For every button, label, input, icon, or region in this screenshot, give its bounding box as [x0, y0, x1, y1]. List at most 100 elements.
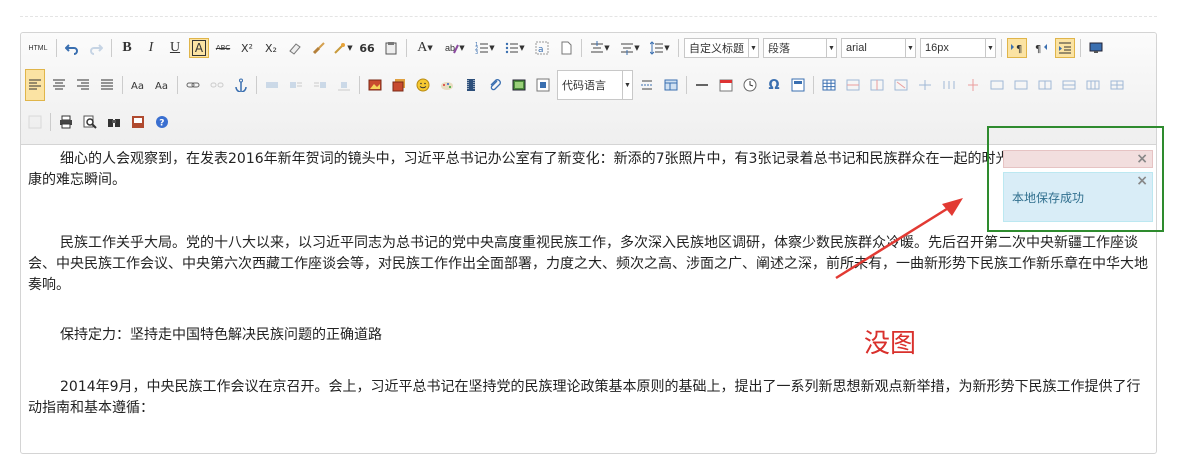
table-op-button-9[interactable]: [1035, 75, 1055, 95]
custom-heading-select[interactable]: 自定义标题 ▼: [684, 38, 759, 58]
template-button[interactable]: [661, 75, 681, 95]
paste-plain-button[interactable]: [381, 38, 401, 58]
separator: [56, 39, 57, 57]
unordered-list-button[interactable]: ▼: [502, 38, 528, 58]
film-icon: [467, 79, 475, 91]
select-all-button[interactable]: a: [532, 38, 552, 58]
insert-date-button[interactable]: [716, 75, 736, 95]
eraser-button[interactable]: [285, 38, 305, 58]
justify-left-button[interactable]: [25, 69, 45, 101]
superscript-button[interactable]: X²: [237, 38, 257, 58]
table-op-button-11[interactable]: [1083, 75, 1103, 95]
anchor-button[interactable]: [231, 75, 251, 95]
chevron-down-icon: ▼: [459, 44, 465, 52]
html-source-button[interactable]: HTML: [25, 38, 51, 58]
blockquote-button[interactable]: 66: [357, 38, 377, 58]
forecolor-button[interactable]: A ▼: [412, 38, 438, 58]
strikethrough-button[interactable]: ABC: [213, 38, 233, 58]
subscript-button[interactable]: X₂: [261, 38, 281, 58]
code-language-select[interactable]: 代码语言 ▼: [557, 70, 633, 100]
row-spacing-top-button[interactable]: ▼: [587, 38, 613, 58]
chart-button[interactable]: [25, 112, 45, 132]
paragraph-select[interactable]: 段落 ▼: [763, 38, 837, 58]
preview-button[interactable]: [80, 112, 100, 132]
table-op-button-1[interactable]: [843, 75, 863, 95]
to-lowercase-button[interactable]: Aa: [152, 75, 172, 95]
table-op-button-4[interactable]: [915, 75, 935, 95]
table-op-button-8[interactable]: [1011, 75, 1031, 95]
undo-button[interactable]: [62, 38, 82, 58]
autotypeset-button[interactable]: ▼: [333, 38, 353, 58]
forecolor-label: A: [417, 40, 428, 55]
images-icon: [392, 79, 405, 92]
bold-button[interactable]: B: [117, 38, 137, 58]
monitor-icon: [1089, 42, 1103, 53]
special-chars-button[interactable]: Ω: [764, 75, 784, 95]
page-break-button[interactable]: [637, 75, 657, 95]
font-family-select[interactable]: arial ▼: [841, 38, 916, 58]
to-uppercase-button[interactable]: Aa: [128, 75, 148, 95]
frame-icon: [512, 79, 526, 91]
italic-label: I: [148, 40, 154, 55]
justify-full-button[interactable]: [97, 75, 117, 95]
annotation-highlight-box: [987, 126, 1164, 232]
multi-image-button[interactable]: [389, 75, 409, 95]
table-op-button-2[interactable]: [867, 75, 887, 95]
indent-icon: [1059, 42, 1071, 54]
insert-video-button[interactable]: [461, 75, 481, 95]
link-button[interactable]: [183, 75, 203, 95]
anchor-icon: [235, 78, 247, 92]
help-button[interactable]: ?: [152, 112, 172, 132]
chevron-down-icon: ▼: [748, 39, 758, 57]
redo-icon: [90, 44, 103, 55]
table-op-button-6[interactable]: [963, 75, 983, 95]
annotation-text: 没图: [864, 329, 917, 359]
horizontal-rule-button[interactable]: [692, 75, 712, 95]
justify-center-button[interactable]: [49, 75, 69, 95]
attachment-button[interactable]: [485, 75, 505, 95]
table-split-icon: [968, 79, 978, 91]
insert-code-button[interactable]: [533, 75, 553, 95]
ltr-direction-button[interactable]: ¶: [1007, 38, 1027, 58]
search-replace-button[interactable]: [104, 112, 124, 132]
drafts-button[interactable]: [128, 112, 148, 132]
ordered-list-button[interactable]: 123 ▼: [472, 38, 498, 58]
table-op-button-10[interactable]: [1059, 75, 1079, 95]
backcolor-button[interactable]: ab ▼: [442, 38, 468, 58]
table-op-button-5[interactable]: [939, 75, 959, 95]
chevron-down-icon: ▼: [519, 44, 525, 52]
table-op-button-12[interactable]: [1107, 75, 1127, 95]
line-height-button[interactable]: ▼: [647, 38, 673, 58]
insert-frame-button[interactable]: [509, 75, 529, 95]
insert-time-button[interactable]: [740, 75, 760, 95]
image-right-button[interactable]: [310, 75, 330, 95]
row-spacing-bottom-button[interactable]: ▼: [617, 38, 643, 58]
font-size-value: 16px: [925, 42, 949, 54]
separator: [1001, 39, 1002, 57]
image-left-button[interactable]: [286, 75, 306, 95]
editor-content[interactable]: 细心的人会观察到，在发表2016年新年贺词的镜头中，习近平总书记办公室有了新变化…: [21, 145, 1156, 455]
underline-button[interactable]: U: [165, 38, 185, 58]
italic-button[interactable]: I: [141, 38, 161, 58]
emotion-button[interactable]: [413, 75, 433, 95]
clear-doc-button[interactable]: [556, 38, 576, 58]
svg-text:?: ?: [159, 119, 164, 129]
insert-table-button[interactable]: [819, 75, 839, 95]
unlink-button[interactable]: [207, 75, 227, 95]
fullscreen-button[interactable]: [1086, 38, 1106, 58]
scrawl-button[interactable]: [437, 75, 457, 95]
justify-right-button[interactable]: [73, 75, 93, 95]
rtl-direction-button[interactable]: ¶: [1031, 38, 1051, 58]
table-op-button-7[interactable]: [987, 75, 1007, 95]
word-image-button[interactable]: [788, 75, 808, 95]
image-center-button[interactable]: [334, 75, 354, 95]
redo-button[interactable]: [86, 38, 106, 58]
format-brush-button[interactable]: [309, 38, 329, 58]
image-none-button[interactable]: [262, 75, 282, 95]
insert-image-button[interactable]: [365, 75, 385, 95]
font-border-button[interactable]: A: [189, 38, 209, 58]
print-button[interactable]: [56, 112, 76, 132]
indent-button[interactable]: [1055, 38, 1075, 58]
table-op-button-3[interactable]: [891, 75, 911, 95]
font-size-select[interactable]: 16px ▼: [920, 38, 996, 58]
